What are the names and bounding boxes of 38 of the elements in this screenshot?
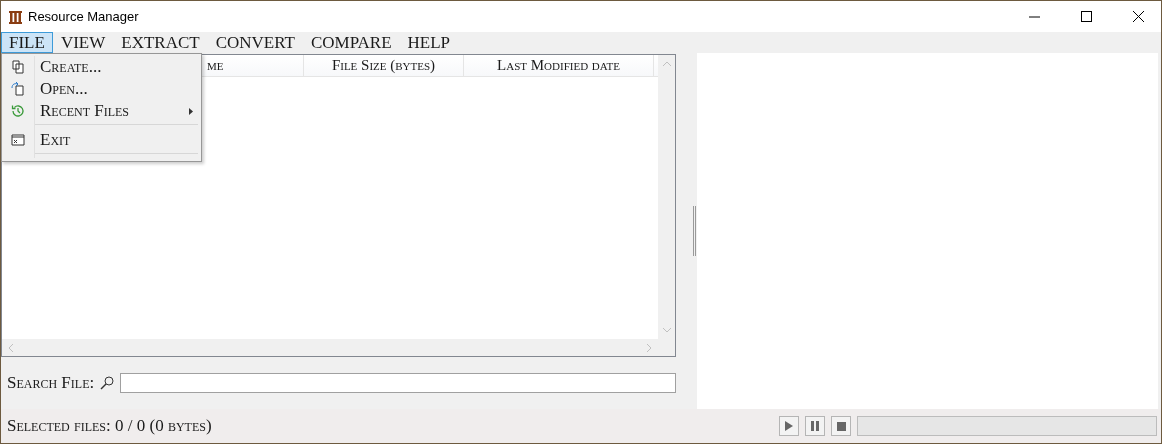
scroll-up-icon[interactable] [662,61,671,66]
window-title: Resource Manager [28,9,140,24]
stop-button[interactable] [831,416,851,436]
document-arrow-icon [11,82,25,96]
scroll-left-icon[interactable] [8,343,13,352]
search-field[interactable] [120,373,676,394]
copy-icon [11,60,25,74]
pause-button[interactable] [805,416,825,436]
menu-item[interactable]: COMPARE [302,32,400,53]
search-icon [100,376,115,391]
scroll-right-icon[interactable] [647,343,652,352]
menu-entry[interactable]: Create... [2,56,201,78]
column-header[interactable]: File Size (bytes) [304,55,464,76]
menu-item[interactable]: HELP [399,32,459,53]
close-window-icon [11,134,25,146]
app-logo-icon [9,9,22,24]
search-label: Search File: [7,373,95,394]
menu-item[interactable]: EXTRACT [113,32,208,53]
splitter-handle[interactable] [692,206,696,256]
menu-entry[interactable]: Exit [2,129,201,151]
close-icon [1132,11,1144,22]
menu-item[interactable]: CONVERT [207,32,303,53]
menu-entry[interactable]: Recent Files [2,100,201,122]
horizontal-scrollbar[interactable] [2,339,658,357]
stop-icon [836,421,846,431]
scroll-down-icon[interactable] [662,328,671,334]
menu-item[interactable]: VIEW [52,32,114,53]
column-header[interactable]: Last Modified date [464,55,654,76]
play-icon [785,421,793,431]
clock-icon [11,104,25,118]
maximize-icon [1080,11,1092,22]
vertical-scrollbar[interactable] [658,55,675,340]
status-text: Selected files: 0 / 0 (0 bytes) [7,416,213,436]
pause-icon [811,421,819,431]
submenu-arrow-icon [189,107,193,115]
play-button[interactable] [779,416,799,436]
menu-item[interactable]: FILE [1,32,53,53]
menu-entry[interactable]: Open... [2,78,201,100]
